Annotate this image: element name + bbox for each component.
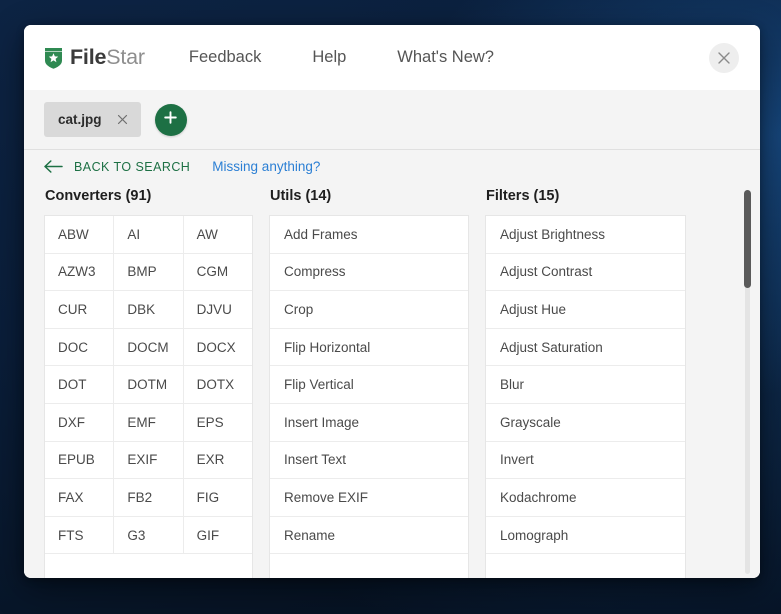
missing-anything-link[interactable]: Missing anything?: [212, 159, 320, 174]
table-row: DOC DOCM DOCX: [45, 328, 252, 367]
filestar-window: FileStar Feedback Help What's New? cat.j…: [24, 25, 760, 578]
nav-item-help[interactable]: Help: [312, 42, 346, 73]
converter-item[interactable]: DOCM: [114, 328, 184, 366]
converter-item[interactable]: EMF: [114, 403, 184, 441]
converter-item[interactable]: DOTX: [184, 366, 252, 403]
converter-item[interactable]: EPUB: [45, 441, 115, 479]
nav-item-feedback[interactable]: Feedback: [189, 42, 261, 73]
shield-star-icon: [44, 47, 63, 69]
column-converters: Converters (91) ABW AI AW AZW3 BMP CGM C…: [44, 186, 253, 578]
filter-item[interactable]: Grayscale: [486, 404, 685, 442]
converter-item[interactable]: AZW3: [45, 253, 115, 291]
filter-item[interactable]: Kodachrome: [486, 479, 685, 517]
plus-icon: [163, 110, 178, 130]
converter-item[interactable]: DXF: [45, 403, 115, 441]
util-item[interactable]: Insert Text: [270, 442, 468, 480]
filter-item[interactable]: Blur: [486, 366, 685, 404]
filter-item[interactable]: Adjust Hue: [486, 291, 685, 329]
util-item[interactable]: Insert Image: [270, 404, 468, 442]
file-chip-label: cat.jpg: [58, 112, 102, 127]
filter-item[interactable]: Lomograph: [486, 517, 685, 555]
table-row: ABW AI AW: [45, 216, 252, 254]
converter-item[interactable]: DJVU: [184, 291, 252, 328]
column-title-filters: Filters (15): [486, 188, 560, 204]
app-name: FileStar: [70, 45, 145, 70]
util-item[interactable]: Crop: [270, 291, 468, 329]
converter-item[interactable]: CUR: [45, 291, 115, 328]
app-logo: FileStar: [44, 45, 145, 70]
table-row: FAX FB2 FIG: [45, 479, 252, 517]
converter-item[interactable]: DOC: [45, 328, 115, 366]
filter-item[interactable]: Adjust Saturation: [486, 329, 685, 367]
add-file-button[interactable]: [154, 103, 187, 136]
util-item[interactable]: Rename: [270, 517, 468, 555]
converter-item[interactable]: FTS: [45, 516, 115, 554]
converter-item[interactable]: AW: [184, 216, 252, 253]
converter-item[interactable]: DOTM: [114, 366, 184, 403]
converter-item[interactable]: GIF: [184, 517, 252, 554]
results-subbar: BACK TO SEARCH Missing anything?: [24, 149, 760, 186]
filter-item[interactable]: Adjust Brightness: [486, 216, 685, 254]
results-scrollbar[interactable]: [744, 186, 751, 578]
back-to-search-label: BACK TO SEARCH: [74, 159, 191, 174]
converter-item[interactable]: EXR: [184, 442, 252, 479]
results-panel: BACK TO SEARCH Missing anything? Convert…: [24, 149, 760, 578]
main-nav: Feedback Help What's New?: [189, 42, 494, 73]
util-item[interactable]: Add Frames: [270, 216, 468, 254]
close-icon: [717, 51, 731, 65]
converter-item[interactable]: ABW: [45, 216, 115, 253]
category-columns: Converters (91) ABW AI AW AZW3 BMP CGM C…: [24, 186, 760, 578]
converter-item[interactable]: CGM: [184, 254, 252, 291]
converter-item[interactable]: EPS: [184, 404, 252, 441]
converter-item[interactable]: G3: [114, 516, 184, 554]
back-to-search-button[interactable]: BACK TO SEARCH: [44, 160, 190, 174]
table-row: CUR DBK DJVU: [45, 291, 252, 329]
table-row: DOT DOTM DOTX: [45, 366, 252, 404]
table-row: DXF EMF EPS: [45, 403, 252, 442]
table-row: FTS G3 GIF: [45, 516, 252, 555]
file-chip-remove-icon[interactable]: [115, 112, 130, 128]
converter-item[interactable]: EXIF: [114, 441, 184, 479]
utils-list: Add Frames Compress Crop Flip Horizontal…: [269, 215, 469, 578]
filter-item[interactable]: Adjust Contrast: [486, 254, 685, 292]
scrollbar-thumb[interactable]: [744, 190, 751, 288]
converter-item[interactable]: FB2: [114, 479, 184, 516]
converter-item[interactable]: DOCX: [184, 329, 252, 366]
file-chip[interactable]: cat.jpg: [44, 102, 141, 137]
filter-item[interactable]: Invert: [486, 442, 685, 480]
converter-item[interactable]: FAX: [45, 479, 115, 516]
column-title-converters: Converters (91): [45, 188, 152, 204]
arrow-left-icon: [44, 160, 63, 173]
util-item[interactable]: Compress: [270, 254, 468, 292]
converter-item[interactable]: DOT: [45, 366, 115, 403]
column-filters: Filters (15) Adjust Brightness Adjust Co…: [485, 186, 686, 578]
column-utils: Utils (14) Add Frames Compress Crop Flip…: [269, 186, 469, 578]
table-row: EPUB EXIF EXR: [45, 441, 252, 480]
nav-item-whats-new[interactable]: What's New?: [397, 42, 494, 73]
converters-grid: ABW AI AW AZW3 BMP CGM CUR DBK DJVU DOC …: [44, 215, 253, 578]
filters-list: Adjust Brightness Adjust Contrast Adjust…: [485, 215, 686, 578]
util-item[interactable]: Remove EXIF: [270, 479, 468, 517]
util-item[interactable]: Flip Horizontal: [270, 329, 468, 367]
converter-item[interactable]: FIG: [184, 479, 252, 516]
column-title-utils: Utils (14): [270, 188, 332, 204]
file-bar: cat.jpg: [24, 90, 760, 149]
brand-file-text: File: [70, 45, 107, 69]
brand-star-text: Star: [106, 45, 145, 69]
window-close-button[interactable]: [709, 42, 739, 73]
app-header: FileStar Feedback Help What's New?: [24, 25, 760, 90]
converter-item[interactable]: AI: [114, 216, 184, 253]
table-row: AZW3 BMP CGM: [45, 253, 252, 292]
converter-item[interactable]: DBK: [114, 291, 184, 328]
converter-item[interactable]: BMP: [114, 253, 184, 291]
util-item[interactable]: Flip Vertical: [270, 366, 468, 404]
